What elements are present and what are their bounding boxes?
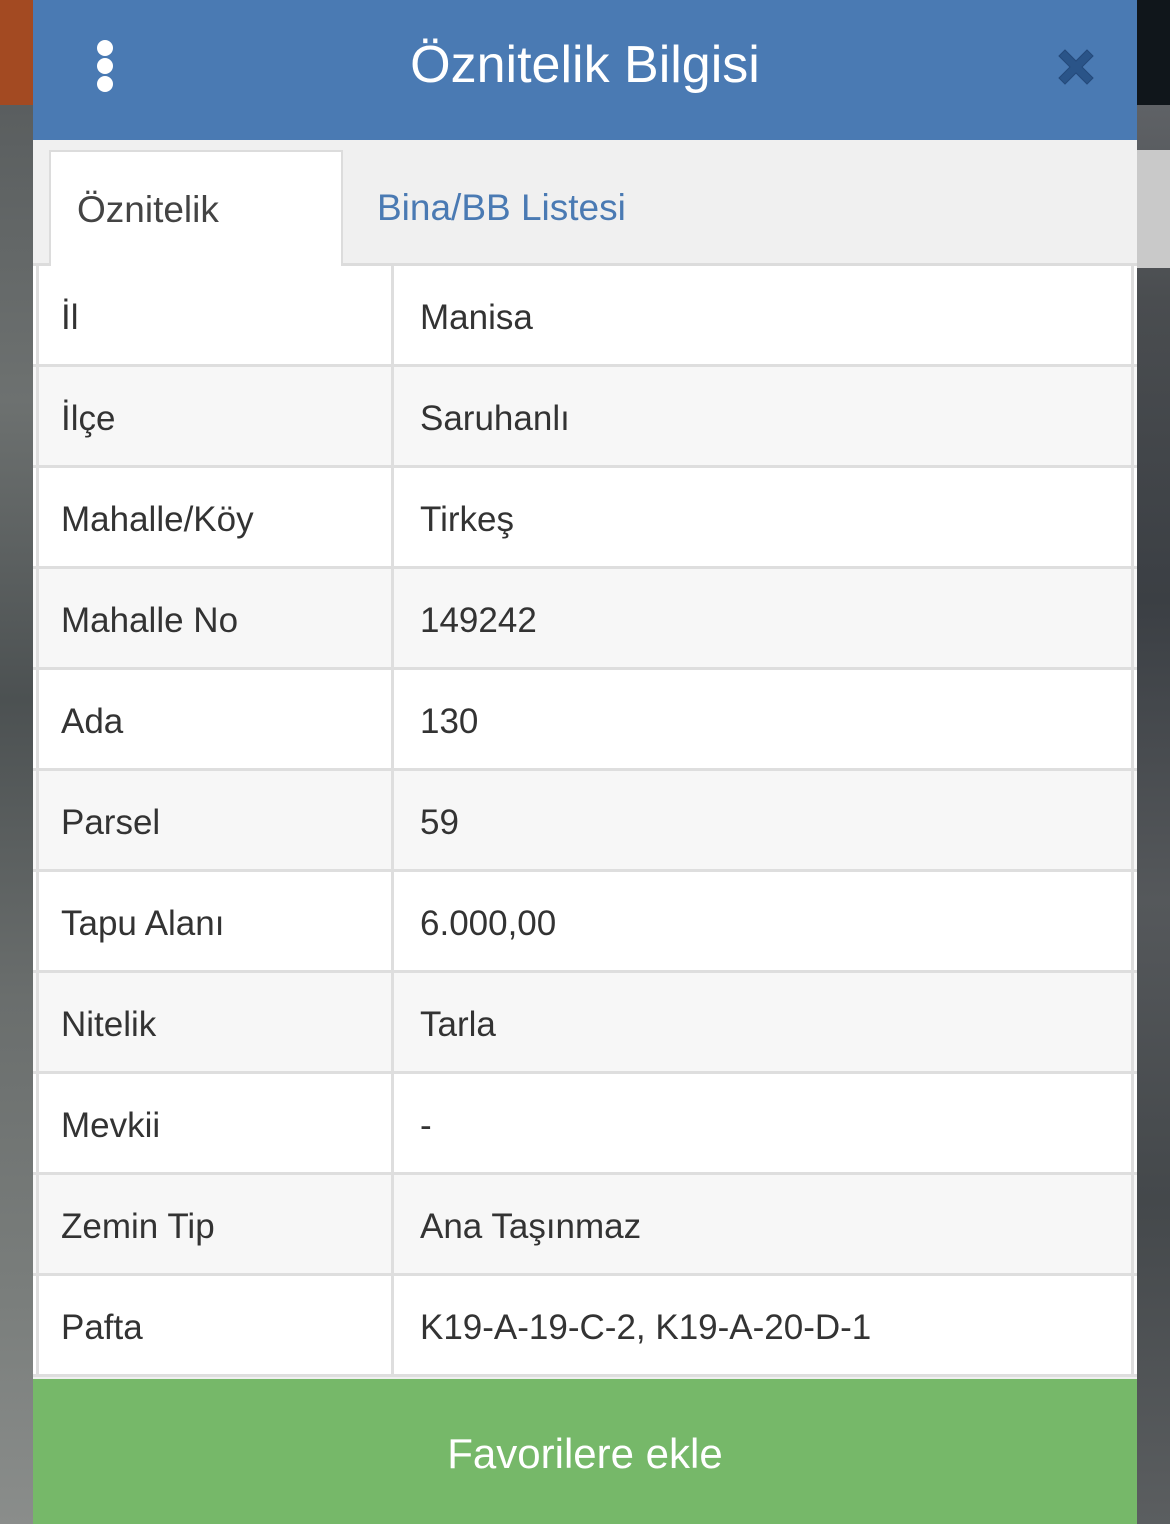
row-label: İl bbox=[36, 266, 391, 364]
table-row: Nitelik Tarla bbox=[33, 973, 1137, 1074]
table-row: Mevkii - bbox=[33, 1074, 1137, 1175]
table-row: Tapu Alanı 6.000,00 bbox=[33, 872, 1137, 973]
row-value: Ana Taşınmaz bbox=[391, 1175, 1134, 1273]
row-label: Mevkii bbox=[36, 1074, 391, 1172]
map-background-left bbox=[0, 0, 33, 1524]
tab-building-list[interactable]: Bina/BB Listesi bbox=[351, 150, 652, 266]
table-row: İl Manisa bbox=[33, 266, 1137, 367]
attribute-info-panel: Öznitelik Bilgisi Öznitelik Bilgisi Bina… bbox=[33, 0, 1137, 1524]
row-value: 149242 bbox=[391, 569, 1134, 667]
table-row: Parsel 59 bbox=[33, 771, 1137, 872]
row-value: K19-A-19-C-2, K19-A-20-D-1 bbox=[391, 1276, 1134, 1374]
row-label: Mahalle No bbox=[36, 569, 391, 667]
row-label: İlçe bbox=[36, 367, 391, 465]
tab-attribute-info[interactable]: Öznitelik Bilgisi bbox=[49, 150, 343, 346]
row-label: Parsel bbox=[36, 771, 391, 869]
table-row: Zemin Tip Ana Taşınmaz bbox=[33, 1175, 1137, 1276]
row-label: Pafta bbox=[36, 1276, 391, 1374]
row-value: 130 bbox=[391, 670, 1134, 768]
row-label: Tapu Alanı bbox=[36, 872, 391, 970]
table-row: Ada 130 bbox=[33, 670, 1137, 771]
tab-bar: Öznitelik Bilgisi Bina/BB Listesi bbox=[33, 140, 1137, 346]
row-value: - bbox=[391, 1074, 1134, 1172]
row-value: Tarla bbox=[391, 973, 1134, 1071]
row-value: Manisa bbox=[391, 266, 1134, 364]
row-value: Tirkeş bbox=[391, 468, 1134, 566]
panel-title: Öznitelik Bilgisi bbox=[410, 36, 760, 94]
table-row: Mahalle No 149242 bbox=[33, 569, 1137, 670]
row-label: Nitelik bbox=[36, 973, 391, 1071]
row-label: Mahalle/Köy bbox=[36, 468, 391, 566]
table-row: Pafta K19-A-19-C-2, K19-A-20-D-1 bbox=[33, 1276, 1137, 1377]
row-label: Ada bbox=[36, 670, 391, 768]
row-label: Zemin Tip bbox=[36, 1175, 391, 1273]
map-background-right bbox=[1137, 0, 1170, 1524]
close-icon[interactable] bbox=[1053, 44, 1099, 90]
panel-header: Öznitelik Bilgisi bbox=[33, 0, 1137, 140]
table-row: Mahalle/Köy Tirkeş bbox=[33, 468, 1137, 569]
row-value: Saruhanlı bbox=[391, 367, 1134, 465]
row-value: 59 bbox=[391, 771, 1134, 869]
table-row: İlçe Saruhanlı bbox=[33, 367, 1137, 468]
row-value: 6.000,00 bbox=[391, 872, 1134, 970]
map-side-handle[interactable] bbox=[1137, 150, 1170, 268]
add-to-favorites-button[interactable]: Favorilere ekle bbox=[33, 1379, 1137, 1524]
